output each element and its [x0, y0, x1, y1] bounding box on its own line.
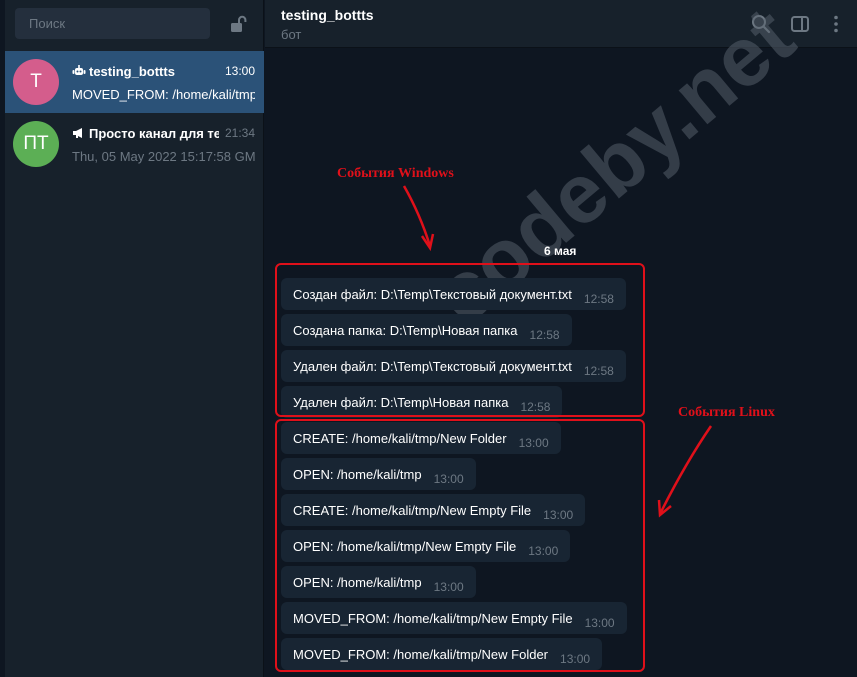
- bot-icon: [72, 65, 86, 75]
- chat-title-row: testing_bottts 13:00: [72, 63, 255, 79]
- windows-events-label: События Windows: [337, 166, 454, 181]
- search-icon[interactable]: [750, 13, 772, 35]
- date-separator: 6 мая: [544, 244, 577, 258]
- avatar: T: [13, 59, 59, 105]
- chat-time: 13:00: [224, 64, 255, 78]
- chat-preview: Thu, 05 May 2022 15:17:58 GMT: [72, 149, 255, 164]
- chat-header-title[interactable]: testing_bottts: [281, 7, 374, 23]
- chat-time: 21:34: [224, 126, 255, 140]
- more-options-icon[interactable]: [825, 13, 847, 35]
- chat-header-subtitle: бот: [281, 27, 302, 42]
- sidebar-toggle-icon[interactable]: [789, 13, 811, 35]
- unlock-icon[interactable]: [228, 14, 248, 34]
- search-input[interactable]: [15, 8, 210, 39]
- avatar: ПТ: [13, 121, 59, 167]
- linux-events-frame: [275, 419, 645, 672]
- arrow-icon: [657, 425, 713, 518]
- chat-preview: MOVED_FROM: /home/kali/tmp/New Folder: [72, 87, 255, 102]
- megaphone-icon: [73, 128, 82, 138]
- arrow-icon: [402, 185, 435, 252]
- sidebar: T testing_bottts 13:00 MOVED_FROM: /home…: [5, 0, 264, 677]
- search-row: [5, 0, 263, 48]
- chat-header: testing_bottts бот: [265, 0, 857, 48]
- chat-item-testing-bottts[interactable]: T testing_bottts 13:00 MOVED_FROM: /home…: [5, 51, 264, 113]
- chat-title: Просто канал для тестов: [89, 125, 219, 141]
- chat-item-channel[interactable]: ПТ Просто канал для тестов 21:34 Thu, 05…: [5, 113, 264, 175]
- message-area[interactable]: codeby.net События Windows События Linux…: [265, 0, 857, 677]
- chat-title: testing_bottts: [89, 63, 175, 79]
- windows-events-frame: [275, 263, 645, 417]
- chat-title-row: Просто канал для тестов 21:34: [72, 125, 255, 141]
- linux-events-label: События Linux: [678, 405, 775, 420]
